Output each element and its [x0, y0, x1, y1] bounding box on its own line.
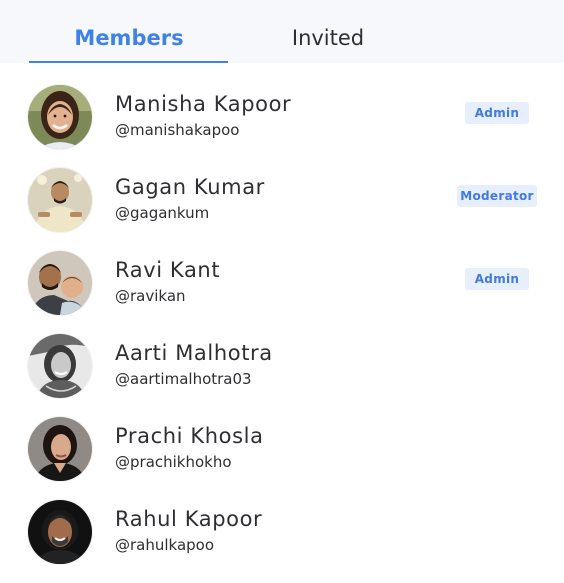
tab-invited[interactable]: Invited [228, 25, 428, 51]
role-badge: Moderator [457, 185, 537, 207]
avatar [28, 85, 92, 149]
avatar [28, 168, 92, 232]
member-handle: @aartimalhotra03 [115, 370, 252, 388]
member-row[interactable]: Rahul Kapoor @rahulkapoo [0, 500, 564, 583]
member-handle: @manishakapoo [115, 121, 240, 139]
avatar [28, 500, 92, 564]
avatar [28, 251, 92, 315]
member-handle: @prachikhokho [115, 453, 232, 471]
members-panel: Members Invited Manisha Kapoor @manishak… [0, 0, 564, 579]
role-badge: Admin [465, 102, 529, 124]
tab-bar: Members Invited [0, 0, 564, 63]
member-handle: @ravikan [115, 287, 186, 305]
member-handle: @rahulkapoo [115, 536, 215, 554]
member-row[interactable]: Gagan Kumar @gagankum Moderator [0, 168, 564, 251]
member-handle: @gagankum [115, 204, 210, 222]
tab-members[interactable]: Members [29, 25, 229, 51]
member-name: Manisha Kapoor [115, 92, 292, 116]
avatar [28, 334, 92, 398]
member-name: Rahul Kapoor [115, 507, 263, 531]
member-row[interactable]: Manisha Kapoor @manishakapoo Admin [0, 85, 564, 168]
member-name: Aarti Malhotra [115, 341, 273, 365]
member-name: Prachi Khosla [115, 424, 264, 448]
member-row[interactable]: Ravi Kant @ravikan Admin [0, 251, 564, 334]
member-name: Ravi Kant [115, 258, 221, 282]
member-row[interactable]: Aarti Malhotra @aartimalhotra03 [0, 334, 564, 417]
member-name: Gagan Kumar [115, 175, 265, 199]
avatar [28, 417, 92, 481]
role-badge: Admin [465, 268, 529, 290]
active-tab-indicator [29, 61, 228, 63]
member-row[interactable]: Prachi Khosla @prachikhokho [0, 417, 564, 500]
